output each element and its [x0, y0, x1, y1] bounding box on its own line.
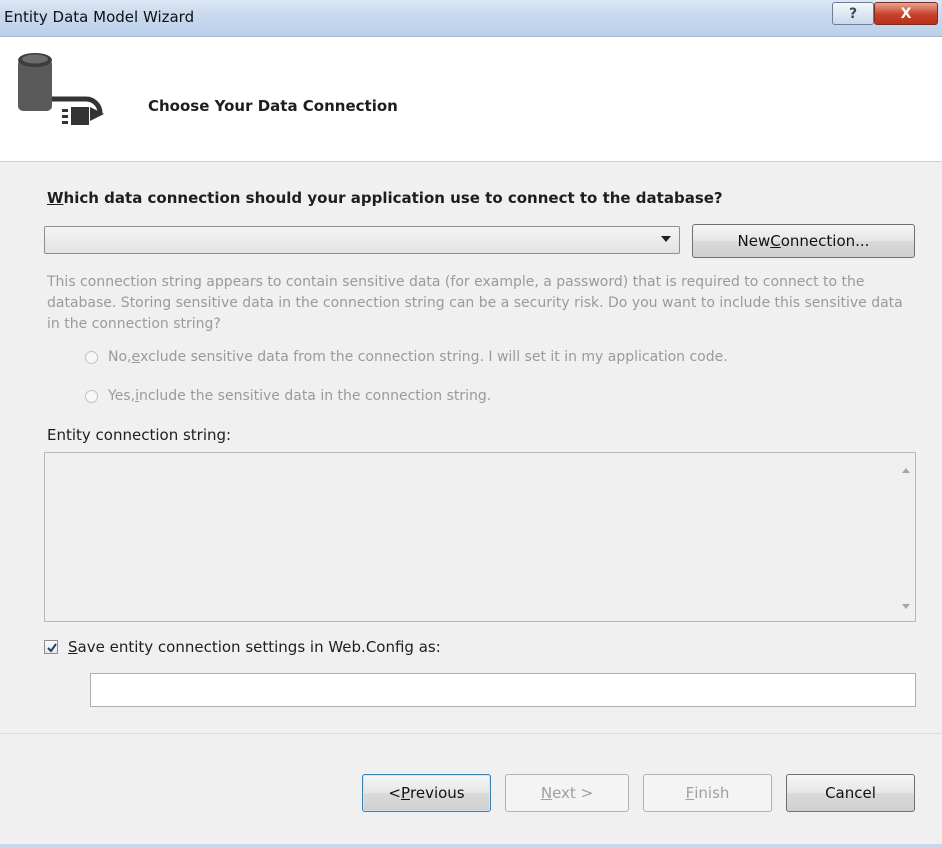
include-sensitive-option[interactable]: Yes, i nclude the sensitive data in the c…	[85, 388, 491, 404]
entity-connection-textarea[interactable]	[44, 452, 916, 622]
previous-mnemonic: P	[400, 784, 410, 802]
new-connection-button[interactable]: New Connection...	[692, 224, 915, 258]
finish-button[interactable]: Finish	[643, 774, 772, 812]
close-button[interactable]: X	[874, 2, 938, 25]
next-button[interactable]: Next >	[505, 774, 629, 812]
scroll-up-icon[interactable]	[902, 468, 910, 473]
database-plug-icon	[18, 53, 104, 125]
help-icon: ?	[848, 5, 858, 22]
webconfig-name-input[interactable]	[90, 673, 916, 707]
save-settings-row[interactable]: Save entity connection settings in Web.C…	[44, 638, 441, 656]
vertical-scrollbar[interactable]	[897, 453, 915, 621]
exclude-sensitive-suffix: xclude sensitive data from the connectio…	[140, 349, 728, 365]
include-sensitive-suffix: nclude the sensitive data in the connect…	[138, 388, 492, 404]
window-title: Entity Data Model Wizard	[4, 8, 195, 26]
question-text: hich data connection should your applica…	[63, 189, 723, 207]
connection-question: Which data connection should your applic…	[47, 189, 723, 207]
wizard-header: Choose Your Data Connection	[0, 37, 942, 162]
question-mnemonic: W	[47, 189, 64, 207]
connection-dropdown[interactable]	[44, 226, 680, 254]
exclude-sensitive-radio[interactable]	[85, 350, 98, 364]
footer-divider	[0, 733, 942, 734]
dropdown-arrow-icon[interactable]	[661, 236, 671, 242]
next-mnemonic: N	[540, 784, 553, 802]
finish-mnemonic: F	[685, 784, 695, 802]
exclude-sensitive-option[interactable]: No, e xclude sensitive data from the conn…	[85, 349, 728, 365]
new-connection-prefix: New	[737, 232, 771, 250]
scroll-down-icon[interactable]	[902, 604, 910, 609]
previous-button[interactable]: < Previous	[362, 774, 491, 812]
finish-suffix: inish	[694, 784, 730, 802]
save-settings-label: ave entity connection settings in Web.Co…	[77, 638, 441, 656]
cancel-button[interactable]: Cancel	[786, 774, 915, 812]
title-bar[interactable]: Entity Data Model Wizard ? X	[0, 0, 942, 37]
page-heading: Choose Your Data Connection	[148, 97, 398, 115]
include-sensitive-radio[interactable]	[85, 389, 98, 403]
previous-prefix: <	[388, 784, 401, 802]
close-icon: X	[900, 5, 912, 22]
save-settings-mnemonic: S	[68, 638, 78, 656]
new-connection-mnemonic: C	[770, 232, 781, 250]
save-settings-checkbox[interactable]	[44, 640, 58, 654]
exclude-sensitive-mnemonic: e	[131, 349, 141, 365]
entity-connection-label: Entity connection string:	[47, 426, 232, 444]
wizard-window: Entity Data Model Wizard ? X Choose Your…	[0, 0, 942, 847]
help-button[interactable]: ?	[832, 2, 874, 25]
new-connection-suffix: onnection...	[780, 232, 870, 250]
sensitive-data-message: This connection string appears to contai…	[47, 274, 903, 332]
checkmark-icon	[47, 643, 57, 653]
exclude-sensitive-prefix: No,	[108, 349, 132, 365]
next-suffix: ext >	[552, 784, 594, 802]
include-sensitive-prefix: Yes,	[108, 388, 136, 404]
previous-suffix: revious	[410, 784, 465, 802]
